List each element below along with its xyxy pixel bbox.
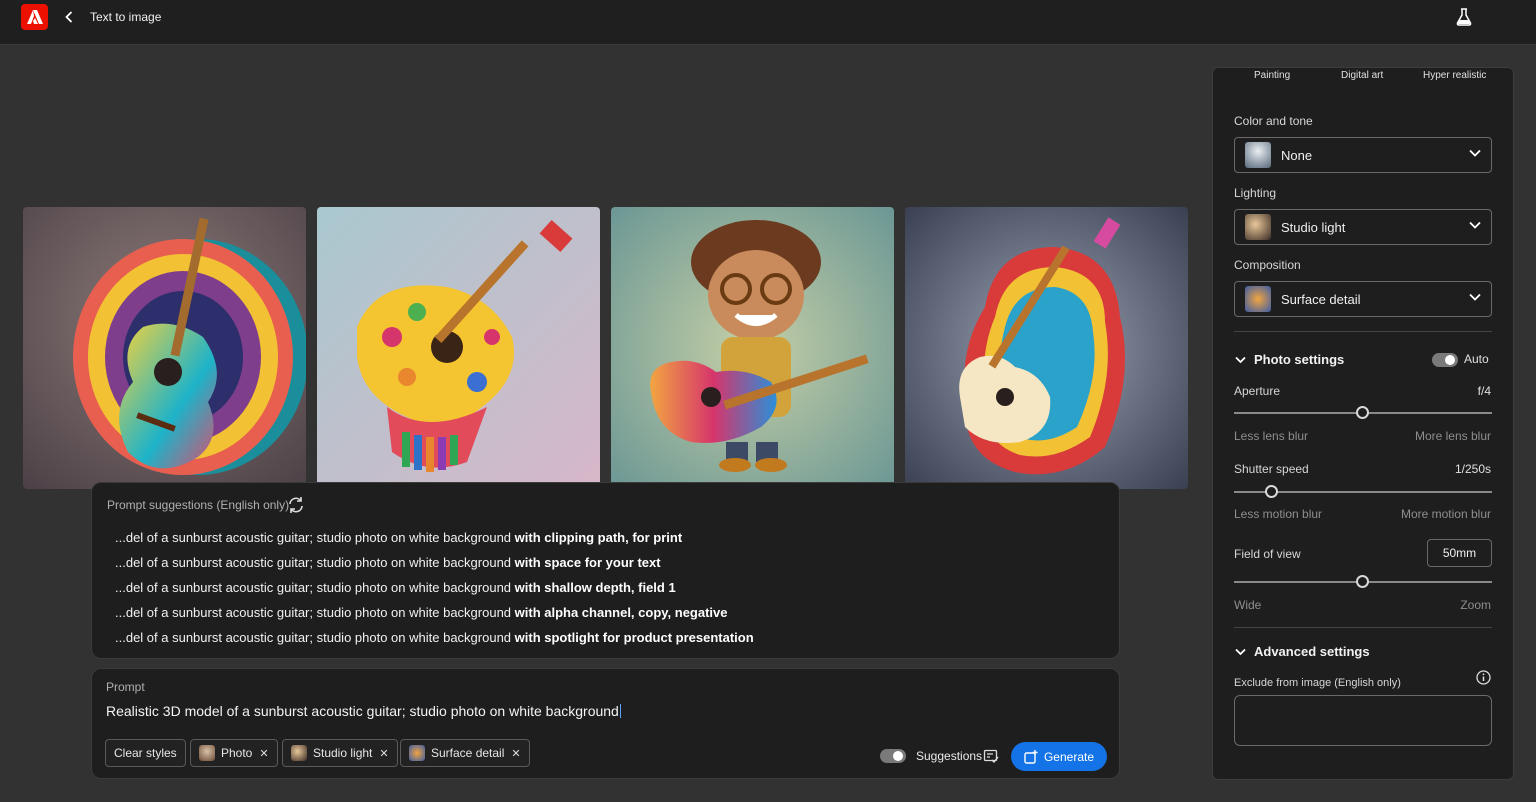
suggestions-toggle[interactable] <box>880 749 906 763</box>
labs-flask-icon[interactable] <box>1455 8 1473 26</box>
prompt-box: Prompt Realistic 3D model of a sunburst … <box>91 668 1120 779</box>
shutter-speed-label: Shutter speed <box>1234 462 1309 476</box>
clear-styles-button[interactable]: Clear styles <box>105 739 186 767</box>
suggestions-settings-icon[interactable] <box>983 748 999 764</box>
suggestion-item[interactable]: ...del of a sunburst acoustic guitar; st… <box>115 579 754 604</box>
generate-label: Generate <box>1043 749 1095 764</box>
field-of-view-slider-thumb[interactable] <box>1356 575 1369 588</box>
chip-label: Surface detail <box>431 746 505 760</box>
suggestions-header: Prompt suggestions (English only) <box>107 498 290 512</box>
suggestion-base-text: ...del of a sunburst acoustic guitar; st… <box>115 580 515 595</box>
shutter-speed-value: 1/250s <box>1454 462 1491 476</box>
auto-label: Auto <box>1464 352 1489 366</box>
suggestions-list: ...del of a sunburst acoustic guitar; st… <box>115 529 754 654</box>
info-icon[interactable] <box>1476 670 1491 685</box>
exclude-from-image-input[interactable] <box>1234 695 1492 746</box>
chevron-down-icon <box>1235 356 1246 363</box>
divider <box>1234 331 1492 332</box>
generated-image-3[interactable] <box>611 207 894 489</box>
suggestion-item[interactable]: ...del of a sunburst acoustic guitar; st… <box>115 554 754 579</box>
suggestion-item[interactable]: ...del of a sunburst acoustic guitar; st… <box>115 629 754 654</box>
surface-detail-thumbnail <box>409 745 425 761</box>
suggestion-extra-text: with space for your text <box>514 555 661 570</box>
divider <box>1234 627 1492 628</box>
suggestion-extra-text: with shallow depth, field 1 <box>514 580 676 595</box>
back-arrow-icon[interactable] <box>62 8 76 26</box>
shutter-min-hint: Less motion blur <box>1234 507 1323 521</box>
suggestions-label: Suggestions <box>916 749 983 763</box>
photo-settings-title: Photo settings <box>1254 352 1345 367</box>
chevron-down-icon <box>1235 648 1246 655</box>
lighting-value: Studio light <box>1281 219 1346 235</box>
suggestion-extra-text: with alpha channel, copy, negative <box>514 605 728 620</box>
adobe-logo[interactable] <box>21 4 48 30</box>
style-tab-hyper-realistic[interactable]: Hyper realistic <box>1423 70 1486 81</box>
exclude-label: Exclude from image (English only) <box>1234 677 1401 689</box>
remove-chip-icon[interactable]: ✕ <box>379 747 388 760</box>
top-bar: Text to image <box>0 0 1536 45</box>
suggestion-extra-text: with spotlight for product presentation <box>514 630 754 645</box>
remove-chip-icon[interactable]: ✕ <box>259 747 268 760</box>
generate-button[interactable]: Generate <box>1011 742 1107 771</box>
aperture-min-hint: Less lens blur <box>1234 429 1309 443</box>
fov-max-hint: Zoom <box>1460 598 1491 612</box>
aperture-slider-thumb[interactable] <box>1356 406 1369 419</box>
page-title: Text to image <box>90 10 162 24</box>
style-chip-surface-detail[interactable]: Surface detail ✕ <box>400 739 530 767</box>
color-tone-label: Color and tone <box>1234 114 1313 128</box>
shutter-max-hint: More motion blur <box>1400 507 1491 521</box>
advanced-settings-header[interactable]: Advanced settings <box>1235 644 1370 659</box>
shutter-speed-slider-thumb[interactable] <box>1265 485 1278 498</box>
composition-dropdown[interactable]: Surface detail <box>1234 281 1492 317</box>
color-tone-dropdown[interactable]: None <box>1234 137 1492 173</box>
suggestion-base-text: ...del of a sunburst acoustic guitar; st… <box>115 630 515 645</box>
suggestion-extra-text: with clipping path, for print <box>514 530 683 545</box>
suggestion-base-text: ...del of a sunburst acoustic guitar; st… <box>115 530 515 545</box>
style-tab-painting[interactable]: Painting <box>1254 70 1290 81</box>
chevron-down-icon <box>1469 221 1481 229</box>
chevron-down-icon <box>1469 293 1481 301</box>
chip-label: Studio light <box>313 746 373 760</box>
generated-image-1[interactable] <box>23 207 306 489</box>
composition-thumbnail <box>1245 286 1271 312</box>
style-chip-photo[interactable]: Photo ✕ <box>190 739 278 767</box>
aperture-max-hint: More lens blur <box>1414 429 1491 443</box>
prompt-input[interactable]: Realistic 3D model of a sunburst acousti… <box>106 703 1006 719</box>
suggestion-item[interactable]: ...del of a sunburst acoustic guitar; st… <box>115 604 754 629</box>
refresh-suggestions-icon[interactable] <box>287 496 305 514</box>
lighting-label: Lighting <box>1234 186 1277 200</box>
clear-styles-label: Clear styles <box>114 746 177 760</box>
auto-toggle[interactable] <box>1432 353 1458 367</box>
chip-label: Photo <box>221 746 253 760</box>
style-chip-studio-light[interactable]: Studio light ✕ <box>282 739 398 767</box>
suggestion-item[interactable]: ...del of a sunburst acoustic guitar; st… <box>115 529 754 554</box>
generate-icon <box>1024 749 1038 764</box>
lighting-dropdown[interactable]: Studio light <box>1234 209 1492 245</box>
color-tone-thumbnail <box>1245 142 1271 168</box>
lighting-thumbnail <box>1245 214 1271 240</box>
composition-label: Composition <box>1234 258 1301 272</box>
prompt-label: Prompt <box>106 680 145 694</box>
color-tone-value: None <box>1281 147 1313 163</box>
photo-thumbnail <box>199 745 215 761</box>
field-of-view-input[interactable]: 50mm <box>1427 539 1492 567</box>
composition-value: Surface detail <box>1281 291 1361 307</box>
prompt-suggestions-panel: Prompt suggestions (English only) ...del… <box>91 482 1120 659</box>
field-of-view-label: Field of view <box>1234 547 1301 561</box>
style-tab-digital-art[interactable]: Digital art <box>1341 70 1383 81</box>
chevron-down-icon <box>1469 149 1481 157</box>
suggestion-base-text: ...del of a sunburst acoustic guitar; st… <box>115 605 515 620</box>
generated-image-2[interactable] <box>317 207 600 489</box>
generated-image-4[interactable] <box>905 207 1188 489</box>
aperture-label: Aperture <box>1234 384 1281 398</box>
aperture-value: f/4 <box>1477 384 1491 398</box>
photo-settings-header[interactable]: Photo settings <box>1235 352 1344 367</box>
studio-light-thumbnail <box>291 745 307 761</box>
remove-chip-icon[interactable]: ✕ <box>511 747 520 760</box>
advanced-settings-title: Advanced settings <box>1254 644 1370 659</box>
suggestion-base-text: ...del of a sunburst acoustic guitar; st… <box>115 555 515 570</box>
fov-min-hint: Wide <box>1234 598 1262 612</box>
settings-panel: Painting Digital art Hyper realistic Col… <box>1212 67 1514 780</box>
